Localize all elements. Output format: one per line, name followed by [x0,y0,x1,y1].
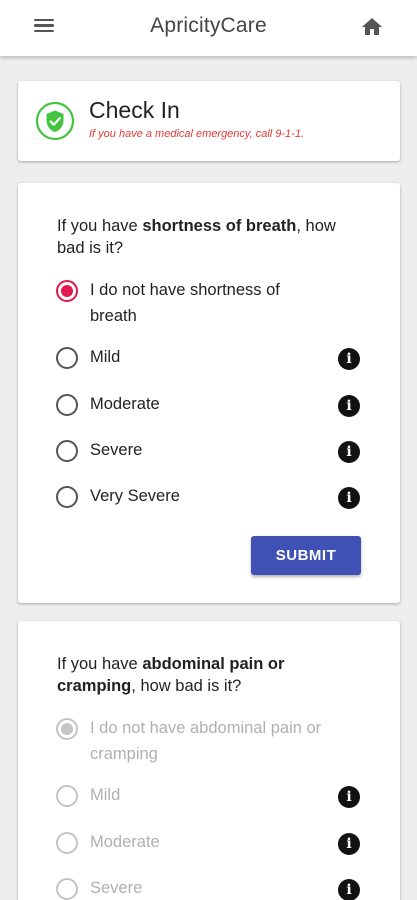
option-none[interactable]: I do not have shortness of breath [56,279,376,333]
option-label: I do not have abdominal pain or cramping [90,719,322,763]
question-symptom: shortness of breath [142,217,297,235]
info-icon[interactable]: i [338,441,360,463]
option-severe: Severe i [56,877,376,900]
radio-button[interactable] [56,347,78,369]
info-icon[interactable]: i [338,786,360,808]
option-mild: Mild i [56,784,376,810]
checkin-heading: Check In [89,97,180,123]
option-label: I do not have shortness of breath [90,281,280,325]
info-icon[interactable]: i [338,395,360,417]
radio-button[interactable] [56,486,78,508]
info-icon[interactable]: i [338,879,360,900]
home-icon[interactable] [360,15,384,39]
emergency-warning: If you have a medical emergency, call 9-… [89,128,305,140]
radio-button [56,785,78,807]
submit-button[interactable]: SUBMIT [251,536,361,575]
question-text: If you have abdominal pain or cramping, … [57,653,367,697]
info-icon[interactable]: i [338,348,360,370]
option-label: Moderate [90,395,160,413]
radio-button [56,878,78,900]
question-suffix: , how bad is it? [131,677,242,695]
app-bar: ApricityCare [0,0,417,56]
option-moderate[interactable]: Moderate i [56,393,376,419]
info-icon[interactable]: i [338,833,360,855]
question-prefix: If you have [57,217,143,235]
option-label: Moderate [90,833,160,851]
radio-button-selected[interactable] [56,280,78,302]
shield-check-icon [35,101,75,141]
option-label: Severe [90,441,143,459]
option-severe[interactable]: Severe i [56,439,376,465]
option-mild[interactable]: Mild i [56,346,376,372]
question-text: If you have shortness of breath, how bad… [57,215,367,259]
checkin-card: Check In If you have a medical emergency… [18,81,400,161]
option-moderate: Moderate i [56,831,376,857]
option-very-severe[interactable]: Very Severe i [56,485,376,511]
radio-button [56,832,78,854]
radio-button[interactable] [56,394,78,416]
app-title: ApricityCare [150,14,267,37]
question-prefix: If you have [57,655,143,673]
radio-button[interactable] [56,440,78,462]
option-label: Mild [90,348,121,366]
option-label: Severe [90,879,143,897]
option-none: I do not have abdominal pain or cramping [56,717,376,771]
option-label: Mild [90,786,121,804]
radio-button-selected [56,718,78,740]
question-card-abdominal-pain: If you have abdominal pain or cramping, … [18,621,400,900]
question-card-shortness-of-breath: If you have shortness of breath, how bad… [18,183,400,603]
info-icon[interactable]: i [338,487,360,509]
option-label: Very Severe [90,487,180,505]
